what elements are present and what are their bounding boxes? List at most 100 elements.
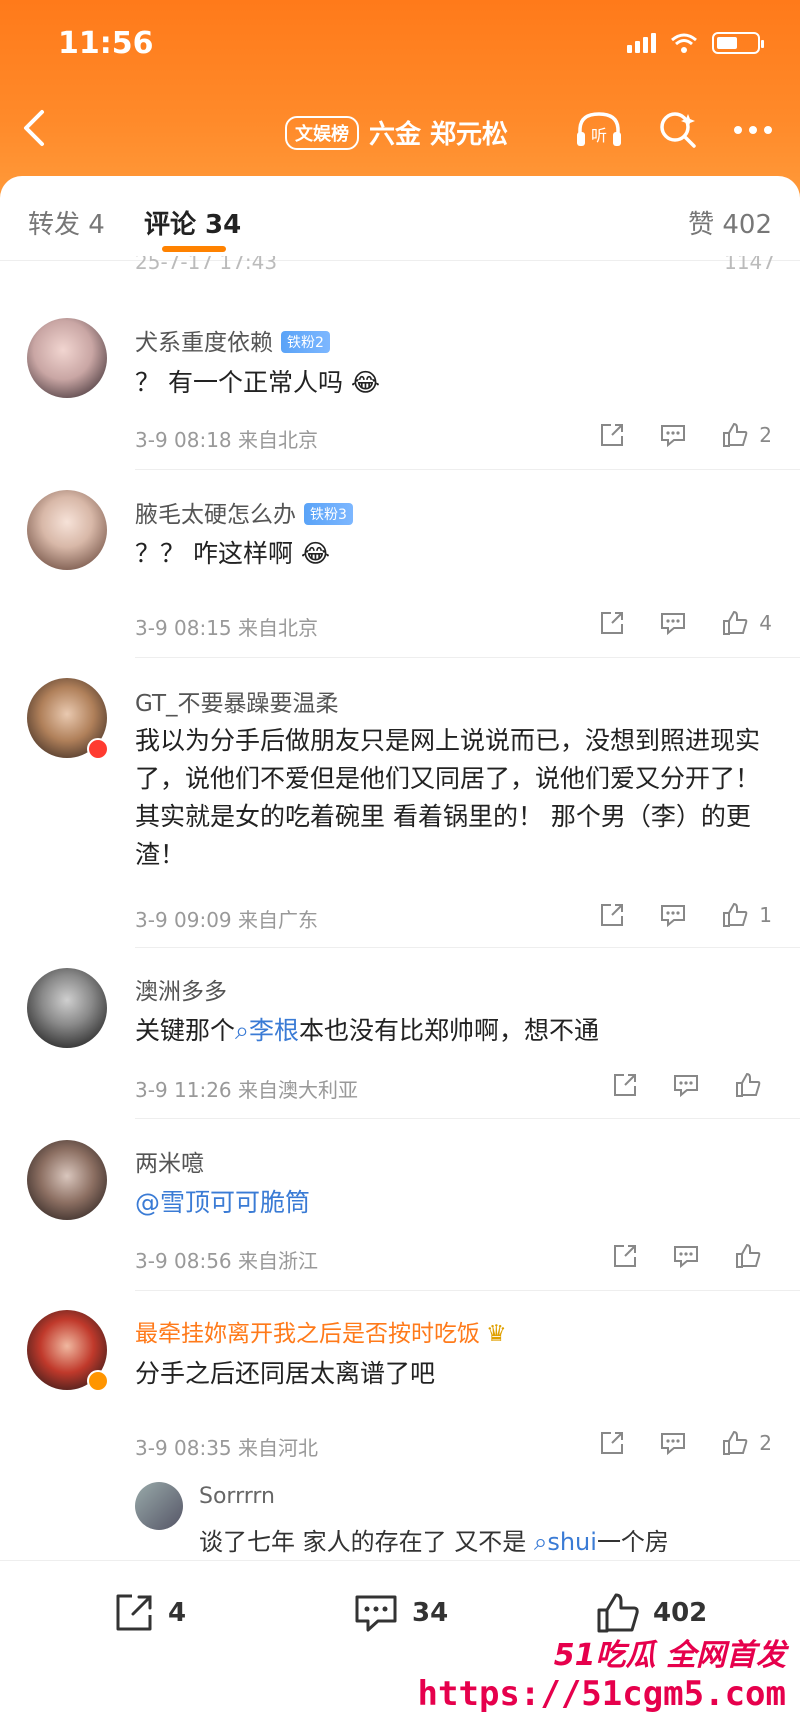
share-icon[interactable] [612, 1072, 638, 1098]
comment-meta: 3-9 09:09 来自广东 [135, 908, 319, 932]
divider [135, 657, 800, 658]
reply-icon[interactable] [672, 1243, 700, 1269]
thumbs-up-icon [736, 1072, 761, 1097]
share-icon[interactable] [599, 610, 625, 636]
previous-comment-meta: 25-7-17 17:43 1147 [135, 256, 775, 284]
tabs-bar: 转发 4 评论 34 赞 402 [0, 176, 800, 261]
reply-username[interactable]: Sorrrrn [199, 1484, 275, 1509]
comment-text: ？ 有一个正常人吗 😂 [135, 368, 381, 397]
fan-badge: 铁粉2 [281, 331, 330, 353]
battery-icon [712, 32, 764, 54]
thumbs-up-icon [723, 422, 748, 447]
comment-username[interactable]: 腋毛太硬怎么办 铁粉3 [135, 495, 353, 529]
like-button[interactable]: 4 [721, 610, 772, 636]
previous-meta: 25-7-17 17:43 [135, 256, 278, 274]
reply-icon[interactable] [659, 1430, 687, 1456]
tab-repost[interactable]: 转发 4 [28, 204, 105, 241]
topic-link[interactable]: ⌕shui [534, 1528, 597, 1556]
comment-meta: 3-9 11:26 来自澳大利亚 [135, 1078, 359, 1102]
crown-icon: ♛ [486, 1321, 507, 1347]
topic-title[interactable]: 文娱榜 六金 郑元松 [285, 114, 508, 151]
like-button[interactable]: 402 [595, 1591, 707, 1635]
comment-mention[interactable]: @雪顶可可脆筒 [135, 1184, 775, 1222]
previous-likes: 1147 [724, 256, 775, 274]
thumbs-up-icon [723, 610, 748, 635]
comment-meta: 3-9 08:18 来自北京 [135, 428, 319, 452]
reply-icon[interactable] [659, 610, 687, 636]
reply-icon[interactable] [672, 1072, 700, 1098]
reply-icon[interactable] [659, 902, 687, 928]
watermark: 51吃瓜 全网首发 https://51cgm5.com [418, 1630, 786, 1714]
topic-link[interactable]: ⌕李根 [235, 1016, 299, 1045]
comment-actions: 2 [599, 422, 772, 448]
comment-username[interactable]: 最牵挂妳离开我之后是否按时吃饭 ♛ [135, 1314, 507, 1348]
divider [135, 469, 800, 470]
comment-actions: 1 [599, 902, 772, 928]
watermark-title: 51吃瓜 全网首发 [553, 1638, 786, 1673]
signal-icon [627, 33, 656, 53]
active-tab-indicator [162, 246, 226, 252]
thumbs-up-icon [736, 1243, 761, 1268]
divider [135, 947, 800, 948]
comment-meta: 3-9 08:56 来自浙江 [135, 1249, 319, 1273]
like-count: 4 [759, 611, 772, 635]
thumbs-up-icon [723, 1430, 748, 1455]
share-icon[interactable] [599, 902, 625, 928]
like-button[interactable]: 2 [721, 1430, 772, 1456]
tab-comments[interactable]: 评论 34 [144, 204, 241, 241]
comment-username[interactable]: 澳洲多多 [135, 972, 227, 1006]
comment-count: 34 [412, 1598, 449, 1628]
avatar[interactable] [27, 968, 107, 1048]
verified-badge [87, 1370, 109, 1392]
topic-title-text: 六金 郑元松 [369, 120, 509, 150]
comment-text: 分手之后还同居太离谱了吧 [135, 1359, 436, 1388]
svg-text:听: 听 [591, 126, 607, 145]
comment-meta: 3-9 08:35 来自河北 [135, 1436, 319, 1460]
avatar[interactable] [27, 490, 107, 570]
like-count: 402 [653, 1598, 708, 1628]
repost-count: 4 [168, 1598, 187, 1628]
avatar[interactable] [27, 318, 107, 398]
like-count: 2 [759, 1431, 772, 1455]
comment-text: 关键那个⌕李根本也没有比郑帅啊，想不通 [135, 1016, 600, 1045]
repost-button[interactable]: 4 [112, 1591, 186, 1635]
like-count: 1 [759, 903, 772, 927]
search-icon[interactable] [658, 110, 698, 150]
comment-actions [612, 1243, 772, 1269]
tab-likes[interactable]: 赞 402 [688, 204, 772, 241]
thumbs-up-icon [597, 1593, 639, 1633]
like-button[interactable] [734, 1243, 772, 1269]
reply-icon[interactable] [659, 422, 687, 448]
top-header: 11:56 文娱榜 六金 郑元松 听 [0, 0, 800, 200]
like-button[interactable]: 2 [721, 422, 772, 448]
comment-text: 我以为分手后做朋友只是网上说说而已，没想到照进现实了，说他们不爱但是他们又同居了… [135, 726, 761, 869]
comment-username[interactable]: 两米噫 [135, 1144, 204, 1178]
back-button[interactable] [22, 108, 46, 155]
watermark-url: https://51cgm5.com [417, 1674, 786, 1714]
avatar[interactable] [27, 1140, 107, 1220]
comment-text: ？？ 咋这样啊 😂 [135, 539, 331, 568]
share-icon[interactable] [612, 1243, 638, 1269]
comment-actions: 2 [599, 1430, 772, 1456]
divider [135, 1290, 800, 1291]
like-button[interactable] [734, 1072, 772, 1098]
reply-text: 谈了七年 家人的存在了 又不是 ⌕shui一个房 [199, 1528, 669, 1556]
status-time: 11:56 [58, 26, 154, 61]
more-icon[interactable] [732, 124, 774, 136]
ranking-tag: 文娱榜 [285, 115, 359, 150]
like-button[interactable]: 1 [721, 902, 772, 928]
avatar[interactable] [135, 1482, 183, 1530]
comment-username[interactable]: GT_不要暴躁要温柔 [135, 684, 339, 718]
share-icon[interactable] [599, 1430, 625, 1456]
share-icon[interactable] [599, 422, 625, 448]
wifi-icon [671, 33, 697, 53]
headphones-listen-icon[interactable]: 听 [574, 110, 624, 150]
nav-actions: 听 [574, 110, 774, 150]
divider [135, 1118, 800, 1119]
fan-badge: 铁粉3 [304, 503, 353, 525]
chevron-left-icon [24, 110, 44, 146]
comment-button[interactable]: 34 [352, 1591, 448, 1635]
like-count: 2 [759, 423, 772, 447]
comment-username[interactable]: 犬系重度依赖 铁粉2 [135, 323, 330, 357]
comment-icon [355, 1595, 397, 1632]
